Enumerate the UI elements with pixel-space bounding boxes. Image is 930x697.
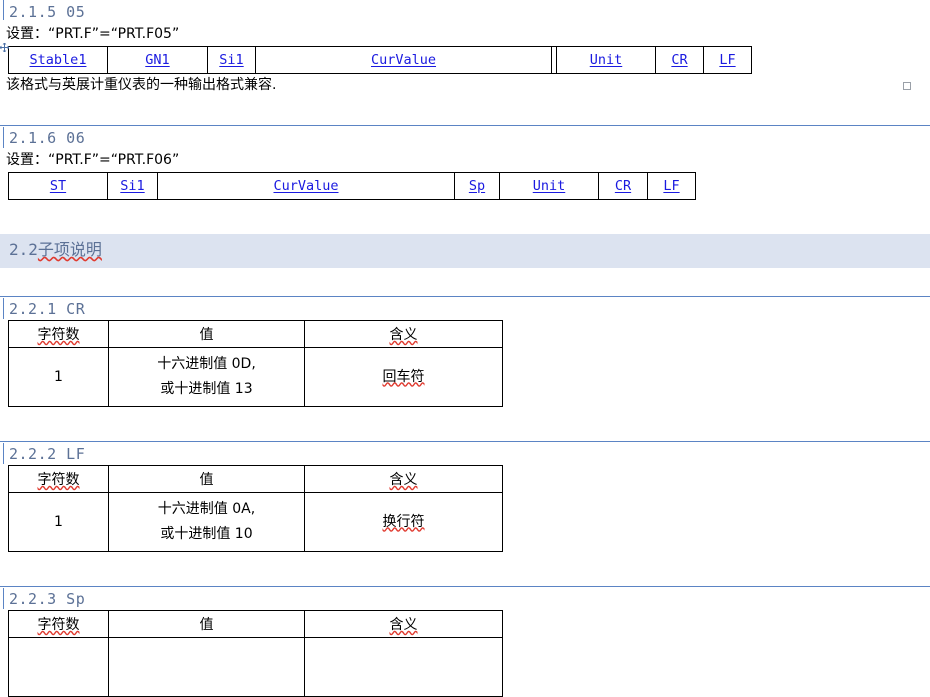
field-cell-unit[interactable]: Unit [556, 46, 656, 74]
cell-meaning: 换行符 [304, 492, 503, 552]
desc-table-cr: 字符数 值 含义 1 十六进制值 0D, 或十进制值 13 回车符 [8, 320, 503, 407]
field-label: CurValue [273, 178, 339, 194]
table-header-row: 字符数 值 含义 [8, 610, 503, 638]
field-label: Unit [589, 52, 623, 68]
heading-2-2-3: 2.2.3 Sp [0, 586, 930, 610]
field-cell-unit[interactable]: Unit [499, 172, 599, 200]
field-label: Unit [532, 178, 566, 194]
cell-value-line1: 十六进制值 0A, [157, 501, 256, 517]
table-row: Stable1 GN1 Si1 CurValue Unit CR LF [8, 46, 752, 74]
col-header-label: 含义 [389, 472, 418, 488]
col-header-value: 值 [108, 320, 305, 348]
col-header-value: 值 [108, 465, 305, 493]
field-label: CR [614, 178, 632, 194]
field-cell-cr[interactable]: CR [598, 172, 648, 200]
col-header-label: 值 [199, 472, 214, 488]
heading-2-2: 2.2子项说明 [0, 234, 930, 268]
table-row: 1 十六进制值 0A, 或十进制值 10 换行符 [8, 492, 503, 552]
heading-2-2-2: 2.2.2 LF [0, 441, 930, 465]
cell-meaning [304, 637, 503, 697]
col-header-charcount: 字符数 [8, 465, 109, 493]
cell-meaning: 回车符 [304, 347, 503, 407]
table-row [8, 637, 503, 697]
heading-2-1-6-label: 2.1.6 06 [9, 129, 86, 147]
field-label: Si1 [120, 178, 145, 194]
cell-value: 十六进制值 0A, 或十进制值 10 [108, 492, 305, 552]
col-header-label: 含义 [389, 617, 418, 633]
heading-2-2-1: 2.2.1 CR [0, 296, 930, 320]
field-cell-si1[interactable]: Si1 [207, 46, 256, 74]
field-cell-st[interactable]: ST [8, 172, 108, 200]
field-cell-lf[interactable]: LF [703, 46, 752, 74]
cell-charcount [8, 637, 109, 697]
table-row: 1 十六进制值 0D, 或十进制值 13 回车符 [8, 347, 503, 407]
field-label: CurValue [370, 52, 437, 68]
cell-meaning-label: 换行符 [382, 513, 425, 530]
field-label: LF [719, 52, 736, 68]
field-cell-stable1[interactable]: Stable1 [8, 46, 108, 74]
field-cell-gn1[interactable]: GN1 [107, 46, 208, 74]
field-label: Stable1 [29, 52, 87, 68]
field-cell-lf[interactable]: LF [647, 172, 696, 200]
heading-2-2-1-label: 2.2.1 CR [9, 300, 86, 318]
table-resize-handle[interactable] [903, 82, 911, 90]
field-cell-cr[interactable]: CR [655, 46, 704, 74]
col-header-label: 字符数 [37, 327, 80, 343]
cell-value-line2: 或十进制值 10 [160, 526, 253, 542]
field-label: GN1 [145, 52, 170, 68]
heading-2-1-5: 2.1.5 05 [0, 0, 930, 23]
heading-2-2-label: 子项说明 [37, 240, 102, 259]
field-label: Sp [468, 178, 486, 194]
col-header-label: 字符数 [37, 617, 80, 633]
cell-meaning-label: 回车符 [382, 368, 425, 385]
cell-value-line2: 或十进制值 13 [160, 381, 253, 397]
note-text-2-1-5: 该格式与英展计重仪表的一种输出格式兼容. [6, 77, 277, 93]
format-table-05: Stable1 GN1 Si1 CurValue Unit CR LF [8, 46, 752, 74]
col-header-label: 值 [199, 327, 214, 343]
col-header-meaning: 含义 [304, 610, 503, 638]
table-row: ST Si1 CurValue Sp Unit CR LF [8, 172, 696, 200]
heading-2-2-number: 2.2 [9, 240, 38, 259]
field-label: LF [663, 178, 680, 194]
heading-2-2-2-label: 2.2.2 LF [9, 445, 86, 463]
cell-value: 十六进制值 0D, 或十进制值 13 [108, 347, 305, 407]
cell-value [108, 637, 305, 697]
col-header-meaning: 含义 [304, 320, 503, 348]
field-cell-sp[interactable]: Sp [454, 172, 500, 200]
field-cell-curvalue[interactable]: CurValue [157, 172, 455, 200]
field-label: Si1 [219, 52, 244, 68]
field-label: CR [671, 52, 688, 68]
col-header-value: 值 [108, 610, 305, 638]
col-header-label: 值 [199, 617, 214, 633]
field-cell-si1[interactable]: Si1 [107, 172, 158, 200]
col-header-charcount: 字符数 [8, 320, 109, 348]
setting-text-2-1-6: 设置：“PRT.F”=“PRT.F06” [6, 152, 180, 168]
col-header-label: 含义 [389, 327, 418, 343]
cell-value-line1: 十六进制值 0D, [157, 356, 256, 372]
heading-2-2-3-label: 2.2.3 Sp [9, 590, 86, 608]
format-table-06: ST Si1 CurValue Sp Unit CR LF [8, 172, 696, 200]
field-label: ST [49, 178, 67, 194]
heading-2-1-5-label: 2.1.5 05 [9, 3, 86, 21]
table-move-handle-icon[interactable] [0, 43, 9, 52]
table-header-row: 字符数 值 含义 [8, 320, 503, 348]
heading-2-1-6: 2.1.6 06 [0, 125, 930, 149]
setting-text-2-1-5: 设置：“PRT.F”=“PRT.F05” [6, 26, 180, 42]
table-header-row: 字符数 值 含义 [8, 465, 503, 493]
document-page: 2.1.5 05 设置：“PRT.F”=“PRT.F05” Stable1 GN… [0, 0, 930, 697]
field-cell-curvalue[interactable]: CurValue [255, 46, 552, 74]
col-header-meaning: 含义 [304, 465, 503, 493]
col-header-charcount: 字符数 [8, 610, 109, 638]
desc-table-lf: 字符数 值 含义 1 十六进制值 0A, 或十进制值 10 换行符 [8, 465, 503, 552]
col-header-label: 字符数 [37, 472, 80, 488]
cell-charcount: 1 [8, 347, 109, 407]
cell-charcount: 1 [8, 492, 109, 552]
desc-table-sp: 字符数 值 含义 [8, 610, 503, 697]
